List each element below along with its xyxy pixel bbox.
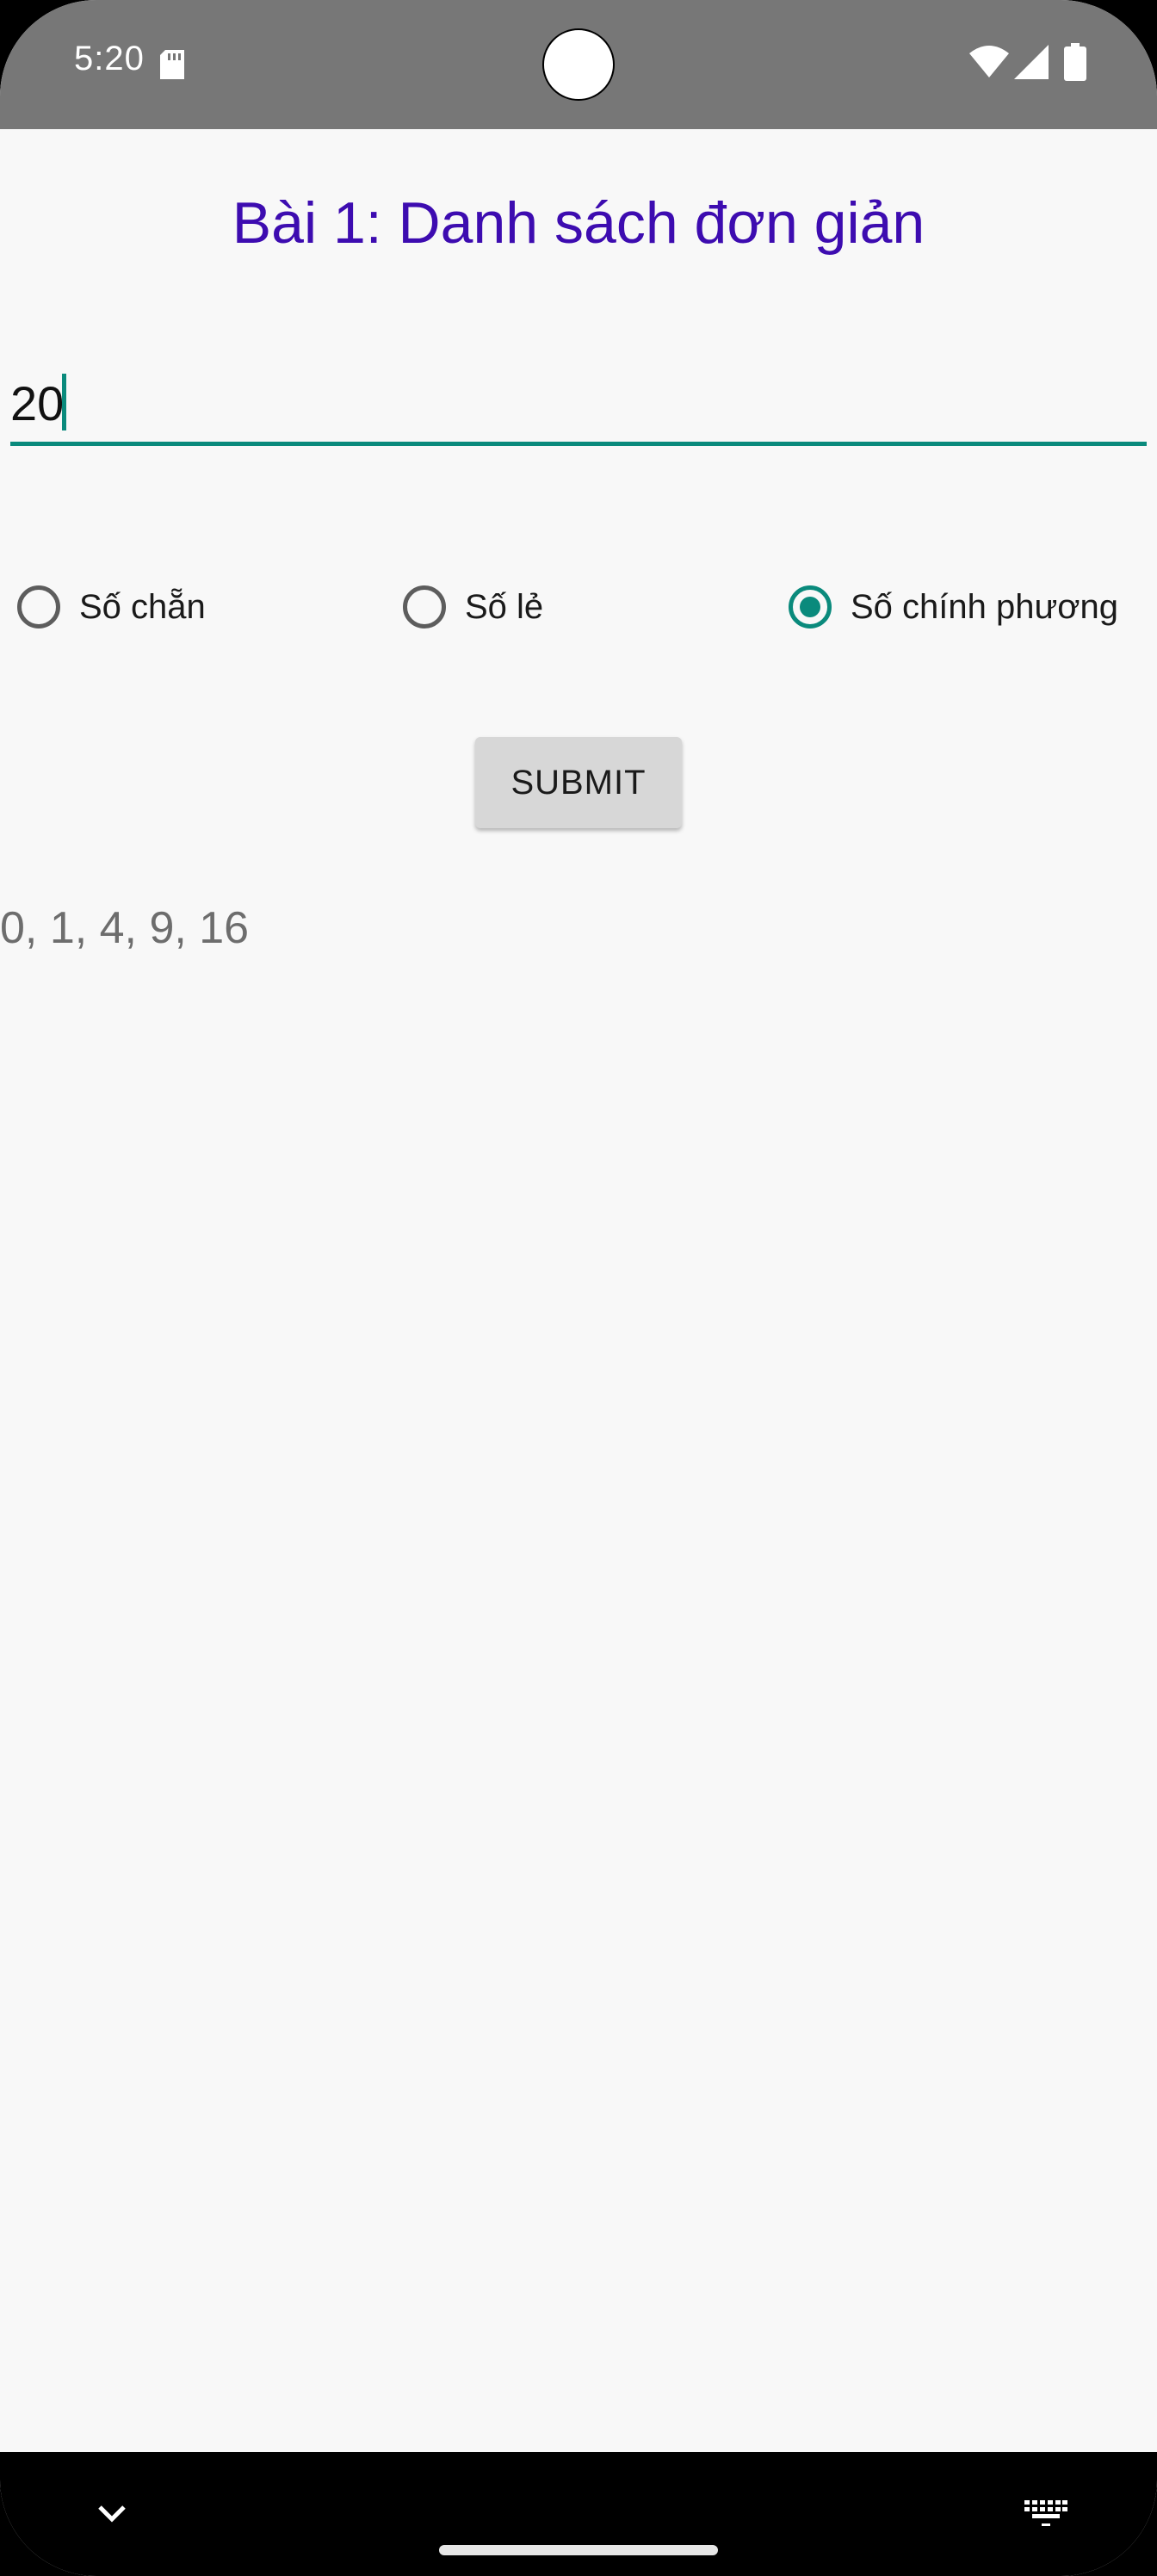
number-type-radio-group: Số chẵn Số lẻ Số chính phương <box>0 568 1157 646</box>
result-text: 0, 1, 4, 9, 16 <box>0 903 250 953</box>
radio-button-icon[interactable] <box>17 585 60 629</box>
text-cursor <box>62 374 66 430</box>
sd-card-icon <box>160 50 184 79</box>
keyboard-icon[interactable] <box>1024 2500 1067 2530</box>
number-input[interactable] <box>10 362 1147 444</box>
chevron-down-icon[interactable] <box>95 2500 129 2526</box>
signal-icon <box>1014 45 1049 79</box>
page-title: Bài 1: Danh sách đơn giản <box>232 190 925 256</box>
navigation-bar <box>0 2452 1157 2576</box>
radio-label: Số lẻ <box>465 587 544 626</box>
status-time: 5:20 <box>74 40 145 77</box>
camera-cutout <box>542 28 615 101</box>
home-handle[interactable] <box>439 2545 718 2555</box>
battery-icon <box>1064 43 1086 81</box>
submit-button[interactable]: SUBMIT <box>475 737 682 828</box>
radio-even-numbers[interactable]: Số chẵn <box>0 568 206 646</box>
radio-label: Số chính phương <box>851 587 1118 626</box>
radio-perfect-squares[interactable]: Số chính phương <box>771 568 1118 646</box>
input-underline <box>10 442 1147 446</box>
wifi-icon <box>969 46 1009 77</box>
radio-button-icon[interactable] <box>403 585 446 629</box>
number-input-container[interactable] <box>10 362 1147 448</box>
radio-odd-numbers[interactable]: Số lẻ <box>386 568 543 646</box>
app-screen: 5:20 Bài 1: Danh sách đơn giản Số chẵn <box>0 0 1157 2576</box>
radio-label: Số chẵn <box>79 587 206 626</box>
radio-button-checked-icon[interactable] <box>789 585 832 629</box>
status-bar: 5:20 <box>0 0 1157 129</box>
